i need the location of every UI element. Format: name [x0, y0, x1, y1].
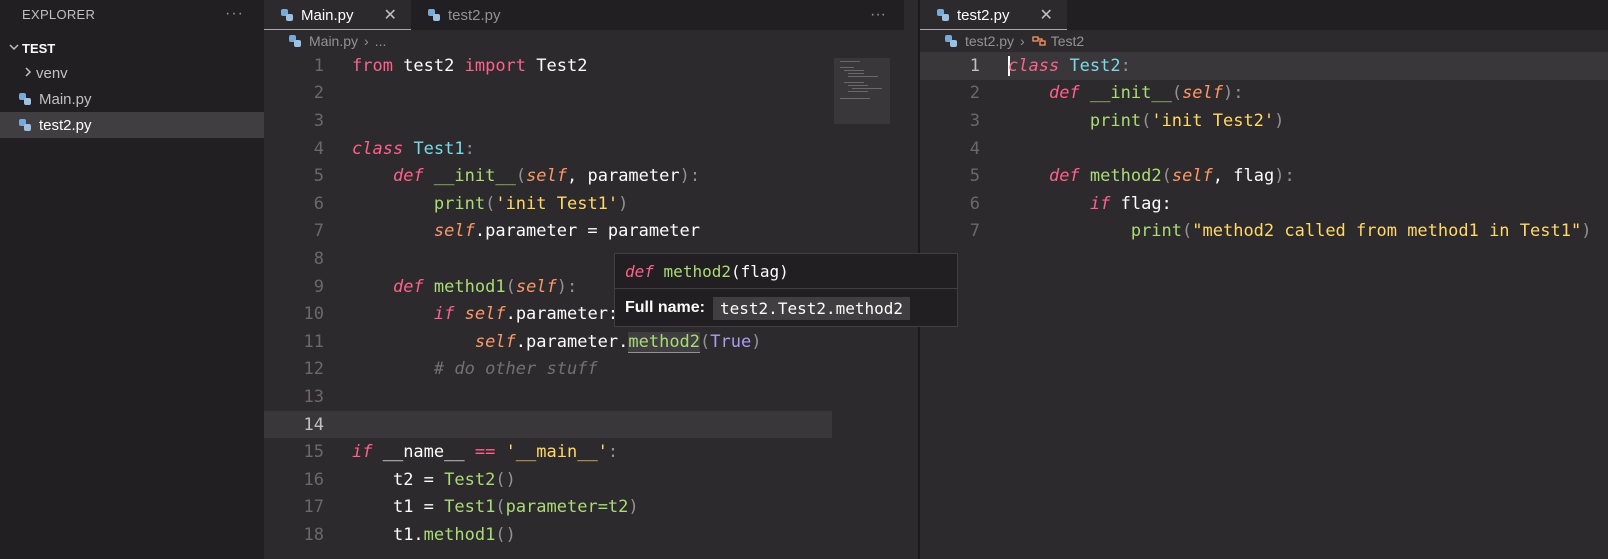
code-line-current: 14	[264, 410, 832, 439]
code-line: 5 def method2(self, flag):	[969, 166, 1295, 187]
python-file-icon	[18, 92, 32, 106]
chevron-right-icon: ›	[364, 33, 369, 49]
chevron-right-icon	[20, 66, 36, 81]
breadcrumb-rest[interactable]: ...	[375, 33, 387, 49]
more-actions-icon[interactable]: ···	[225, 5, 244, 23]
tree-item-label: Main.py	[39, 90, 92, 108]
explorer-title: EXPLORER	[22, 6, 96, 22]
tab-test2-py[interactable]: test2.py ✕	[920, 0, 1067, 30]
tab-test2-py[interactable]: test2.py	[410, 0, 515, 30]
code-line: 4 class Test1:	[313, 138, 475, 159]
folder-name: TEST	[22, 40, 56, 56]
tree-item-venv[interactable]: venv	[0, 60, 264, 86]
hovered-symbol[interactable]: method2	[628, 331, 701, 353]
python-file-icon	[427, 8, 441, 22]
python-file-icon	[288, 34, 302, 48]
close-icon[interactable]: ✕	[1040, 5, 1053, 25]
python-file-icon	[936, 8, 950, 22]
code-line: 6 print('init Test1')	[313, 193, 629, 214]
breadcrumb: Main.py › ...	[264, 30, 904, 52]
more-actions-icon[interactable]: ···	[852, 0, 904, 30]
class-symbol-icon	[1031, 34, 1047, 48]
editor-group-right: test2.py ✕ test2.py › Test2 1 class Test2…	[920, 0, 1608, 559]
tree-item-main-py[interactable]: Main.py	[0, 86, 264, 112]
tree-item-test2-py[interactable]: test2.py	[0, 112, 264, 138]
explorer-sidebar: EXPLORER ··· TEST venv Main.py test2.py	[0, 0, 264, 559]
python-file-icon	[944, 34, 958, 48]
breadcrumb-file[interactable]: Main.py	[309, 33, 358, 49]
code-line: 3 print('init Test2')	[969, 110, 1285, 131]
python-file-icon	[18, 118, 32, 132]
hover-full-label: Full name:	[625, 299, 706, 316]
tab-label: test2.py	[447, 6, 501, 24]
tree-item-label: venv	[36, 64, 68, 82]
code-editor-test2[interactable]: 1 class Test2: 2 def __init__(self): 3 pr…	[920, 52, 1608, 245]
tab-label: Main.py	[301, 6, 354, 24]
code-line: 12 # do other stuff	[303, 359, 598, 380]
code-line: 3	[313, 110, 324, 131]
code-line-current: 1 class Test2:	[920, 52, 1608, 80]
code-line: 11 self.parameter.method2(True)	[303, 331, 762, 353]
breadcrumb-file[interactable]: test2.py	[965, 33, 1014, 49]
close-icon[interactable]: ✕	[384, 5, 397, 25]
tab-label: test2.py	[957, 6, 1010, 24]
code-line: 16 t2 = Test2()	[303, 469, 516, 490]
code-line: 2	[313, 83, 324, 104]
code-line: 1 from test2 import Test2	[313, 55, 588, 76]
code-line: 7 self.parameter = parameter	[313, 221, 701, 242]
code-line: 13	[303, 386, 324, 407]
hover-tooltip: def method2 (flag) Full name: test2.Test2…	[614, 253, 958, 327]
chevron-right-icon: ›	[1020, 33, 1025, 49]
code-line: 7 print("method2 called from method1 in …	[969, 221, 1592, 242]
hover-full-value: test2.Test2.method2	[713, 296, 911, 320]
code-line: 17 t1 = Test1(parameter=t2)	[303, 497, 639, 518]
tab-main-py[interactable]: Main.py ✕	[264, 0, 411, 30]
breadcrumb: test2.py › Test2	[920, 30, 1608, 52]
python-file-icon	[280, 8, 294, 22]
explorer-header: EXPLORER ···	[0, 0, 264, 28]
code-line: 6 if flag:	[969, 193, 1172, 214]
tab-bar-left: Main.py ✕ test2.py ···	[264, 0, 904, 30]
code-line: 15 if __name__ == '__main__':	[303, 442, 619, 463]
minimap[interactable]	[834, 58, 890, 124]
code-line: 4	[969, 138, 980, 159]
vscode-window: EXPLORER ··· TEST venv Main.py test2.py …	[0, 0, 1608, 559]
code-line: 18 t1.method1()	[303, 524, 516, 545]
hover-full-name: Full name: test2.Test2.method2	[615, 289, 957, 327]
breadcrumb-symbol[interactable]: Test2	[1051, 33, 1084, 49]
tree-item-label: test2.py	[39, 116, 92, 134]
code-line: 2 def __init__(self):	[969, 83, 1244, 104]
folder-section-test[interactable]: TEST	[0, 36, 264, 60]
code-line: 5 def __init__(self, parameter):	[313, 166, 701, 187]
hover-signature: def method2 (flag)	[615, 254, 957, 289]
tab-bar-right: test2.py ✕	[920, 0, 1608, 30]
chevron-down-icon	[6, 41, 22, 56]
